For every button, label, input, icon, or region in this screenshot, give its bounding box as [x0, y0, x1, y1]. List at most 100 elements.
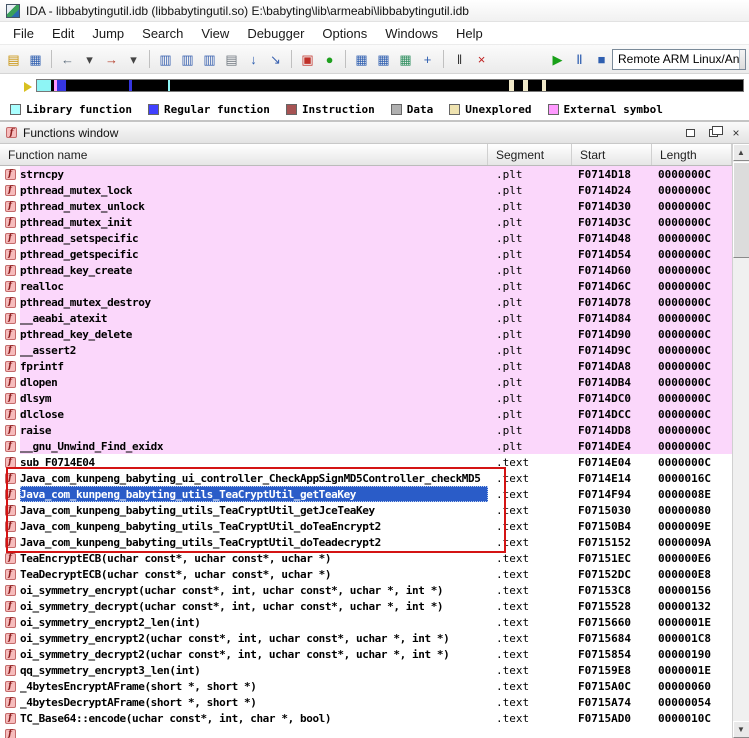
function-row[interactable]: f _4bytesEncryptAFrame(short *, short *).… [0, 678, 732, 694]
hex-view-icon[interactable]: ● [319, 49, 340, 70]
minimize-button[interactable] [683, 126, 697, 140]
navigation-band[interactable] [36, 79, 744, 92]
add-window-icon[interactable]: + [417, 49, 438, 70]
menu-item-file[interactable]: File [4, 24, 43, 43]
function-row[interactable]: f oi_symmetry_decrypt2(uchar const*, int,… [0, 646, 732, 662]
function-row[interactable]: f raise .plt F0714DD8 0000000C [0, 422, 732, 438]
open-file-icon[interactable]: ▤ [3, 49, 24, 70]
restore-button[interactable] [706, 125, 723, 140]
function-segment: .plt [488, 342, 572, 358]
function-name: _4bytesEncryptAFrame(short *, short *) [20, 679, 257, 693]
function-row[interactable]: f TeaEncryptECB(uchar const*, uchar const… [0, 550, 732, 566]
column-header-segment[interactable]: Segment [488, 144, 572, 165]
function-row[interactable]: f pthread_mutex_init .plt F0714D3C 0000000C [0, 214, 732, 230]
function-row[interactable]: f fprintf .plt F0714DA8 0000000C [0, 358, 732, 374]
function-row[interactable]: f sub_F0714E04 .text F0714E04 0000000C [0, 454, 732, 470]
function-row[interactable]: f _4bytesDecryptAFrame(short *, short *).… [0, 694, 732, 710]
stop-process-icon[interactable]: ■ [591, 49, 612, 70]
function-row[interactable]: f __gnu_Unwind_Find_exidx .plt F0714DE4 0000… [0, 438, 732, 454]
function-row[interactable]: f Java_com_kunpeng_babyting_utils_TeaCryp… [0, 486, 732, 502]
function-row[interactable]: f Java_com_kunpeng_babyting_utils_TeaCryp… [0, 534, 732, 550]
open-structures-icon[interactable]: ▦ [351, 49, 372, 70]
menu-item-jump[interactable]: Jump [83, 24, 133, 43]
save-file-icon[interactable]: ▦ [25, 49, 46, 70]
function-start: F0714D54 [572, 246, 652, 262]
jump-immediate-icon[interactable]: ▥ [155, 49, 176, 70]
menu-item-help[interactable]: Help [447, 24, 492, 43]
function-row[interactable]: f TC_Base64::encode(uchar const*, int, ch… [0, 710, 732, 726]
forward-history-dropdown-icon[interactable]: ▾ [123, 49, 144, 70]
close-view-icon[interactable]: × [471, 49, 492, 70]
print-icon[interactable]: ▤ [221, 49, 242, 70]
scrollbar-thumb[interactable] [733, 162, 749, 258]
function-start: F0714DD8 [572, 422, 652, 438]
open-segments-icon[interactable]: ▦ [395, 49, 416, 70]
scroll-up-icon[interactable]: ▲ [732, 144, 749, 161]
menu-item-options[interactable]: Options [313, 24, 376, 43]
function-row[interactable]: f pthread_key_create .plt F0714D60 0000000C [0, 262, 732, 278]
function-name: pthread_key_create [20, 262, 488, 278]
function-segment: .text [496, 615, 530, 629]
function-row[interactable]: f pthread_getspecific .plt F0714D54 0000000C [0, 246, 732, 262]
back-history-dropdown-icon[interactable]: ▾ [79, 49, 100, 70]
combo-dropdown-icon[interactable]: ▾ [739, 49, 745, 69]
function-row[interactable]: f pthread_mutex_unlock .plt F0714D30 0000000… [0, 198, 732, 214]
pause-process-icon[interactable]: Ⅱ [569, 49, 590, 70]
function-row[interactable]: f oi_symmetry_encrypt(uchar const*, int, … [0, 582, 732, 598]
column-header-length[interactable]: Length [652, 144, 732, 165]
function-row[interactable]: f oi_symmetry_decrypt(uchar const*, int, … [0, 598, 732, 614]
function-f-icon: f [4, 536, 16, 548]
function-start: F0715030 [578, 503, 631, 517]
function-name: pthread_mutex_destroy [20, 294, 488, 310]
function-segment: .plt [488, 374, 572, 390]
jump-down-icon[interactable]: ↓ [243, 49, 264, 70]
navigate-back-icon[interactable]: ← [57, 49, 78, 70]
menu-item-view[interactable]: View [192, 24, 238, 43]
function-row[interactable]: f TeaDecryptECB(uchar const*, uchar const… [0, 566, 732, 582]
function-row[interactable]: f Java_com_kunpeng_babyting_utils_TeaCryp… [0, 518, 732, 534]
function-row[interactable]: f __assert2 .plt F0714D9C 0000000C [0, 342, 732, 358]
function-length: 00000132 [658, 599, 711, 613]
debugger-selector[interactable]: Remote ARM Linux/An ▾ [612, 48, 746, 70]
minimize-icon [685, 128, 695, 137]
legend-swatch-icon [147, 103, 159, 115]
function-row[interactable]: f pthread_key_delete .plt F0714D90 0000000C [0, 326, 732, 342]
vertical-scrollbar[interactable]: ▲ ▼ [732, 144, 749, 738]
menu-item-search[interactable]: Search [133, 24, 192, 43]
function-segment: .plt [488, 262, 572, 278]
open-enums-icon[interactable]: ▦ [373, 49, 394, 70]
function-type-cell: f [0, 438, 20, 454]
function-row[interactable]: f pthread_mutex_destroy .plt F0714D78 000000… [0, 294, 732, 310]
function-row[interactable]: f oi_symmetry_encrypt2(uchar const*, int,… [0, 630, 732, 646]
menu-item-edit[interactable]: Edit [43, 24, 83, 43]
menu-item-debugger[interactable]: Debugger [238, 24, 313, 43]
start-process-icon[interactable]: ▶ [547, 49, 568, 70]
function-row[interactable]: f strncpy .plt F0714D18 0000000C [0, 166, 732, 182]
function-f-icon: f [4, 456, 16, 468]
function-row[interactable]: f pthread_setspecific .plt F0714D48 0000000C [0, 230, 732, 246]
column-header-start[interactable]: Start [572, 144, 652, 165]
navigate-forward-icon[interactable]: → [101, 49, 122, 70]
search-text-icon[interactable]: ▥ [177, 49, 198, 70]
function-row[interactable]: f Java_com_kunpeng_babyting_ui_controller… [0, 470, 732, 486]
scroll-down-icon[interactable]: ▼ [732, 721, 749, 738]
function-row[interactable]: f oi_symmetry_encrypt2_len(int) .text F0715… [0, 614, 732, 630]
function-row[interactable]: f __aeabi_atexit .plt F0714D84 0000000C [0, 310, 732, 326]
menu-item-windows[interactable]: Windows [376, 24, 447, 43]
function-row[interactable]: f qq_symmetry_encrypt3_len(int) .text F0715… [0, 662, 732, 678]
function-row[interactable]: f dlclose .plt F0714DCC 0000000C [0, 406, 732, 422]
function-start: F0714D90 [572, 326, 652, 342]
function-row[interactable]: f pthread_mutex_lock .plt F0714D24 0000000C [0, 182, 732, 198]
cross-references-icon[interactable]: ↘ [265, 49, 286, 70]
function-row[interactable]: f dlopen .plt F0714DB4 0000000C [0, 374, 732, 390]
function-row[interactable]: f realloc .plt F0714D6C 0000000C [0, 278, 732, 294]
ida-view-icon[interactable]: ▣ [297, 49, 318, 70]
function-row-partial[interactable]: f [0, 726, 732, 738]
close-button[interactable]: × [729, 126, 743, 140]
function-row[interactable]: f dlsym .plt F0714DC0 0000000C [0, 390, 732, 406]
column-header-name[interactable]: Function name [0, 144, 488, 165]
debugger-selector-label: Remote ARM Linux/An [618, 52, 740, 66]
navigator-bars-icon[interactable]: ‖ [449, 49, 470, 70]
search-sequence-icon[interactable]: ▥ [199, 49, 220, 70]
function-row[interactable]: f Java_com_kunpeng_babyting_utils_TeaCryp… [0, 502, 732, 518]
